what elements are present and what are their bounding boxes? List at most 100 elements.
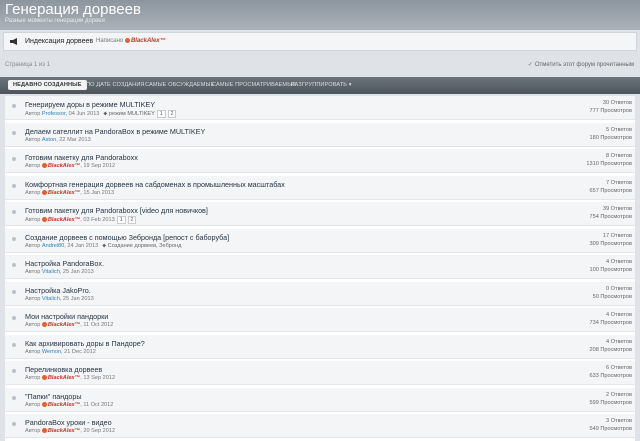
- pinned-topic-title[interactable]: Индексация дорвеев: [25, 38, 93, 45]
- reply-count: 3 Ответов: [606, 418, 632, 424]
- topic-meta: Автор Vitalich, 25 Jan 2013: [25, 295, 94, 302]
- tab-ungroup[interactable]: РАЗГРУППИРОВАТЬ ▾: [291, 82, 352, 88]
- forum-header: Генерация дорвеев Разные моменты генерац…: [0, 0, 640, 30]
- topic-meta: Автор Vitalich, 25 Jan 2013: [25, 269, 94, 275]
- topic-author[interactable]: Andrei80: [42, 243, 64, 249]
- reply-count: 4 Ответов: [606, 312, 632, 318]
- topic-tags[interactable]: ⬥ Создание дорвеев, Зебронд: [102, 243, 181, 249]
- topic-author[interactable]: BlackAlex™: [41, 428, 80, 434]
- pinned-by-label: Написано: [96, 38, 124, 44]
- view-count: 754 Просмотров: [589, 214, 632, 220]
- topic-author[interactable]: Vitalich: [42, 296, 60, 302]
- topic-row[interactable]: Готовим пакетку для Pandoraboxx [video д…: [5, 202, 635, 226]
- page-link[interactable]: 2: [167, 110, 177, 118]
- view-count: 208 Просмотров: [589, 346, 632, 353]
- tab-by-date[interactable]: ПО ДАТЕ СОЗДАНИЯ: [86, 82, 145, 88]
- topic-author[interactable]: Vitalich: [42, 269, 60, 275]
- author-prefix: Автор: [25, 217, 41, 223]
- topic-author[interactable]: Aston: [42, 137, 56, 143]
- topic-date: 24 Jan 2013: [67, 242, 99, 249]
- topic-status-icon: [12, 289, 16, 294]
- topic-row[interactable]: Комфортная генерация дорвеев на сабдомен…: [5, 175, 635, 200]
- topic-date: 19 Sep 2012: [83, 163, 116, 169]
- tab-recent[interactable]: НЕДАВНО СОЗДАННЫЕ: [8, 80, 87, 90]
- topic-date: 25 Jan 2013: [62, 295, 94, 302]
- topic-title[interactable]: Генерируем доры в режиме MULTIKEY: [25, 100, 155, 109]
- topic-author[interactable]: BlackAlex™: [41, 322, 80, 328]
- mark-read-link[interactable]: ✓ Отметить этот форум прочитанным: [528, 61, 634, 68]
- topic-row[interactable]: Как архивировать доры в Пандоре? Автор We…: [5, 334, 635, 359]
- view-count: 549 Просмотров: [589, 426, 632, 432]
- topic-title[interactable]: Делаем сателлит на PandoraBox в режиме M…: [25, 127, 205, 136]
- topic-date: 04 Jun 2013: [68, 111, 100, 117]
- topic-date: 03 Feb 2013: [83, 217, 115, 223]
- view-count: 657 Просмотров: [589, 187, 632, 194]
- topic-status-icon: [12, 395, 16, 400]
- forum-subtitle: Разные моменты генерации дорвея: [5, 18, 105, 24]
- reply-count: 0 Ответов: [606, 285, 632, 292]
- topic-author[interactable]: Professor: [42, 111, 66, 117]
- author-badge-icon: [41, 217, 47, 222]
- topic-meta: Автор BlackAlex™, 03 Feb 2013 1 2: [25, 216, 137, 224]
- topic-title[interactable]: Готовим пакетку для Pandoraboxx [video д…: [25, 206, 208, 215]
- author-prefix: Автор: [25, 136, 41, 143]
- topic-author[interactable]: BlackAlex™: [41, 375, 80, 381]
- topic-row[interactable]: Генерируем доры в режиме MULTIKEY Автор P…: [5, 96, 635, 120]
- topic-author[interactable]: Wemon: [42, 349, 61, 355]
- author-badge-icon: [41, 428, 47, 433]
- topic-author[interactable]: BlackAlex™: [41, 217, 80, 223]
- topic-title[interactable]: PandoraBox уроки - видео: [25, 418, 112, 427]
- page-link[interactable]: 1: [116, 216, 126, 224]
- reply-count: 4 Ответов: [606, 259, 632, 265]
- topic-author[interactable]: BlackAlex™: [41, 189, 80, 196]
- reply-count: 6 Ответов: [606, 365, 632, 371]
- tag-icon: ⬥: [102, 242, 107, 249]
- topic-meta: Автор Aston, 22 Mar 2013: [25, 136, 91, 143]
- topic-status-icon: [12, 369, 16, 373]
- tab-most-discussed[interactable]: САМЫЕ ОБСУЖДАЕМЫЕ: [145, 82, 214, 88]
- pinned-author[interactable]: BlackAlex™: [124, 38, 166, 44]
- topic-meta: Автор BlackAlex™, 19 Sep 2012: [25, 163, 116, 169]
- topic-tags[interactable]: ⬥ режим MULTIKEY: [103, 111, 154, 117]
- topic-title[interactable]: Настройка JakoPro.: [25, 286, 91, 295]
- reply-count: 39 Ответов: [602, 206, 632, 212]
- topic-title[interactable]: Настройка PandoraBox.: [25, 259, 104, 268]
- topic-date: 11 Oct 2012: [83, 401, 114, 408]
- reply-count: 7 Ответов: [606, 179, 632, 186]
- topic-row[interactable]: "Папки" пандоры Автор BlackAlex™, 11 Oct …: [5, 387, 635, 412]
- topic-row[interactable]: PandoraBox уроки - видео Автор BlackAlex™…: [5, 414, 635, 438]
- topic-author[interactable]: BlackAlex™: [41, 401, 80, 408]
- topic-list: Генерируем доры в режиме MULTIKEY Автор P…: [5, 96, 635, 441]
- topic-row[interactable]: Делаем сателлит на PandoraBox в режиме M…: [5, 122, 635, 147]
- topic-title[interactable]: "Папки" пандоры: [25, 392, 82, 401]
- topic-title[interactable]: Создание дорвеев с помощью Зебронда [реп…: [25, 233, 229, 242]
- view-count: 309 Просмотров: [589, 240, 632, 247]
- topic-row[interactable]: Готовим пакетку для Pandoraboxx Автор Bla…: [5, 149, 635, 173]
- topic-title[interactable]: Готовим пакетку для Pandoraboxx: [25, 153, 138, 162]
- author-prefix: Автор: [25, 428, 41, 434]
- topic-title[interactable]: Как архивировать доры в Пандоре?: [25, 339, 145, 348]
- topic-status-icon: [12, 236, 16, 241]
- topic-author[interactable]: BlackAlex™: [41, 163, 80, 169]
- reply-count: 2 Ответов: [606, 391, 632, 398]
- topic-title[interactable]: Мои настройки пандорки: [25, 312, 108, 321]
- topic-row[interactable]: Настройка JakoPro. Автор Vitalich, 25 Jan…: [5, 281, 635, 306]
- forum-title: Генерация дорвеев: [5, 1, 141, 18]
- pinned-topic[interactable]: Индексация дорвеев Написано BlackAlex™: [3, 32, 637, 51]
- tab-most-viewed[interactable]: САМЫЕ ПРОСМАТРИВАЕМЫЕ: [212, 82, 296, 88]
- topic-row[interactable]: Создание дорвеев с помощью Зебронда [реп…: [5, 228, 635, 253]
- topic-row[interactable]: Настройка PandoraBox. Автор Vitalich, 25 …: [5, 255, 635, 279]
- tag-icon: ⬥: [103, 111, 108, 117]
- author-prefix: Автор: [25, 295, 41, 302]
- topic-title[interactable]: Перелинковка дорвеев: [25, 365, 102, 374]
- topic-date: 11 Oct 2012: [83, 322, 114, 328]
- author-badge-icon: [124, 38, 130, 43]
- author-badge-icon: [41, 189, 47, 195]
- page-link[interactable]: 1: [156, 110, 166, 118]
- topic-row[interactable]: Мои настройки пандорки Автор BlackAlex™, …: [5, 308, 635, 332]
- author-badge-icon: [41, 375, 47, 380]
- page-link[interactable]: 2: [127, 216, 137, 224]
- topic-title[interactable]: Комфортная генерация дорвеев на сабдомен…: [25, 180, 285, 189]
- author-prefix: Автор: [25, 401, 41, 408]
- topic-row[interactable]: Перелинковка дорвеев Автор BlackAlex™, 13…: [5, 361, 635, 385]
